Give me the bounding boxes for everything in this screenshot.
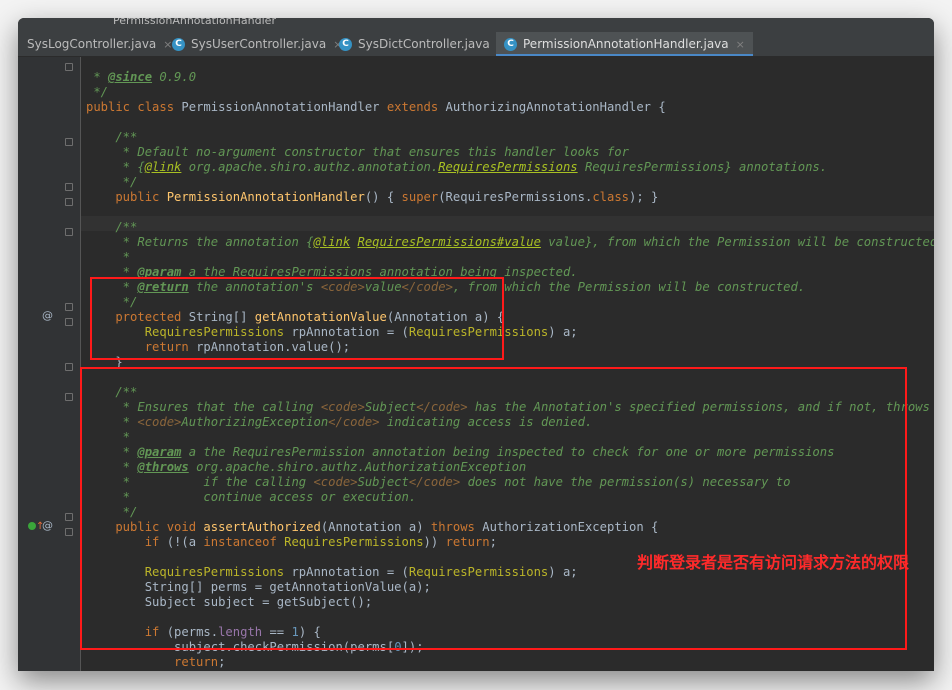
code-token: class: [592, 190, 629, 204]
annotation-note: 判断登录者是否有访问请求方法的权限: [637, 553, 910, 572]
code-line: }: [86, 670, 152, 671]
fold-marker-icon[interactable]: [65, 183, 73, 191]
code-token: }: [86, 670, 152, 671]
code-token: public class: [86, 100, 182, 114]
code-token: () {: [364, 190, 402, 204]
tab-label: SysDictController.java: [358, 37, 490, 51]
code-token: ) a;: [548, 325, 578, 339]
code-line: return;: [86, 655, 225, 670]
fold-marker-icon[interactable]: [65, 363, 73, 371]
fold-marker-icon[interactable]: [65, 228, 73, 236]
code-token: */: [86, 85, 109, 99]
title-bar: PermissionAnnotationHandler: [18, 18, 934, 32]
code-line: */: [86, 85, 108, 100]
code-line: * Returns the annotation {@link Requires…: [86, 235, 934, 250]
code-line: /**: [86, 220, 137, 235]
code-token: , from which the Permission will be cons…: [452, 280, 806, 294]
code-token: 0.9.0: [152, 70, 197, 84]
code-token: AuthorizingAnnotationHandler {: [445, 100, 666, 114]
code-token: /**: [86, 220, 138, 234]
fold-marker-icon[interactable]: [65, 198, 73, 206]
code-line: /**: [86, 130, 137, 145]
code-line: */: [86, 175, 138, 190]
code-token: RequiresPermissions: [438, 160, 578, 174]
java-class-icon: C: [172, 37, 185, 51]
code-line: public class PermissionAnnotationHandler…: [86, 100, 666, 115]
code-token: @since: [108, 70, 153, 84]
fold-marker-icon[interactable]: [65, 303, 73, 311]
java-class-icon: C: [504, 37, 517, 51]
code-line: public PermissionAnnotationHandler() { s…: [86, 190, 658, 205]
highlight-box-assertauthorized: [80, 367, 907, 650]
code-token: extends: [386, 100, 446, 114]
code-token: org.apache.shiro.authz.annotation.: [181, 160, 439, 174]
code-token: *: [86, 70, 109, 84]
fold-marker-icon[interactable]: [65, 138, 73, 146]
code-token: * Default no-argument constructor that e…: [86, 145, 629, 159]
code-token: ); }: [629, 190, 659, 204]
window-title: PermissionAnnotationHandler: [113, 18, 276, 27]
code-line: * @since 0.9.0: [86, 70, 196, 85]
ide-window: PermissionAnnotationHandler SysLogContro…: [18, 18, 934, 671]
fold-marker-icon[interactable]: [65, 318, 73, 326]
code-token: @link: [313, 235, 351, 249]
fold-marker-icon[interactable]: [65, 393, 73, 401]
code-token: super: [401, 190, 439, 204]
code-token: value}, from which the Permission will b…: [540, 235, 934, 249]
fold-marker-icon[interactable]: [65, 513, 73, 521]
code-token: return: [86, 655, 219, 669]
code-token: PermissionAnnotationHandler: [166, 190, 365, 204]
code-token: (RequiresPermissions.: [438, 190, 593, 204]
implement-dot: [28, 522, 36, 530]
code-line: *: [86, 250, 130, 265]
code-token: * Returns the annotation {: [86, 235, 314, 249]
fold-marker-icon[interactable]: [65, 528, 73, 536]
code-token: @link: [144, 160, 182, 174]
highlight-box-getannotationvalue: [90, 277, 504, 360]
close-icon[interactable]: ×: [736, 38, 745, 51]
tab-sysusercontroller[interactable]: C SysUserController.java ×: [172, 32, 342, 56]
code-token: RequiresPermissions} annotations.: [577, 160, 828, 174]
code-line: * Default no-argument constructor that e…: [86, 145, 629, 160]
code-token: * {: [86, 160, 145, 174]
tab-sysdictcontroller[interactable]: C SysDictController.java ×: [339, 32, 506, 56]
tab-label: PermissionAnnotationHandler.java: [523, 37, 729, 51]
code-token: ;: [218, 655, 226, 669]
override-method-icon[interactable]: @: [42, 309, 53, 322]
tab-permissionannotationhandler[interactable]: C PermissionAnnotationHandler.java ×: [496, 32, 753, 56]
override-method-icon[interactable]: @: [42, 519, 53, 532]
code-token: public: [86, 190, 167, 204]
tab-syslogcontroller[interactable]: SysLogController.java ×: [18, 32, 173, 56]
code-line: * {@link org.apache.shiro.authz.annotati…: [86, 160, 827, 175]
editor-tab-bar: SysLogController.java × C SysUserControl…: [18, 32, 934, 57]
java-class-icon: C: [339, 37, 352, 51]
code-token: */: [86, 175, 138, 189]
tab-label: SysUserController.java: [191, 37, 327, 51]
code-token: RequiresPermissions#value: [357, 235, 541, 249]
fold-marker-icon[interactable]: [65, 63, 73, 71]
code-token: /**: [86, 130, 138, 144]
code-token: PermissionAnnotationHandler: [181, 100, 387, 114]
code-token: *: [86, 250, 131, 264]
tab-label: SysLogController.java: [27, 37, 157, 51]
editor-gutter: @ ↑ @: [18, 57, 80, 671]
